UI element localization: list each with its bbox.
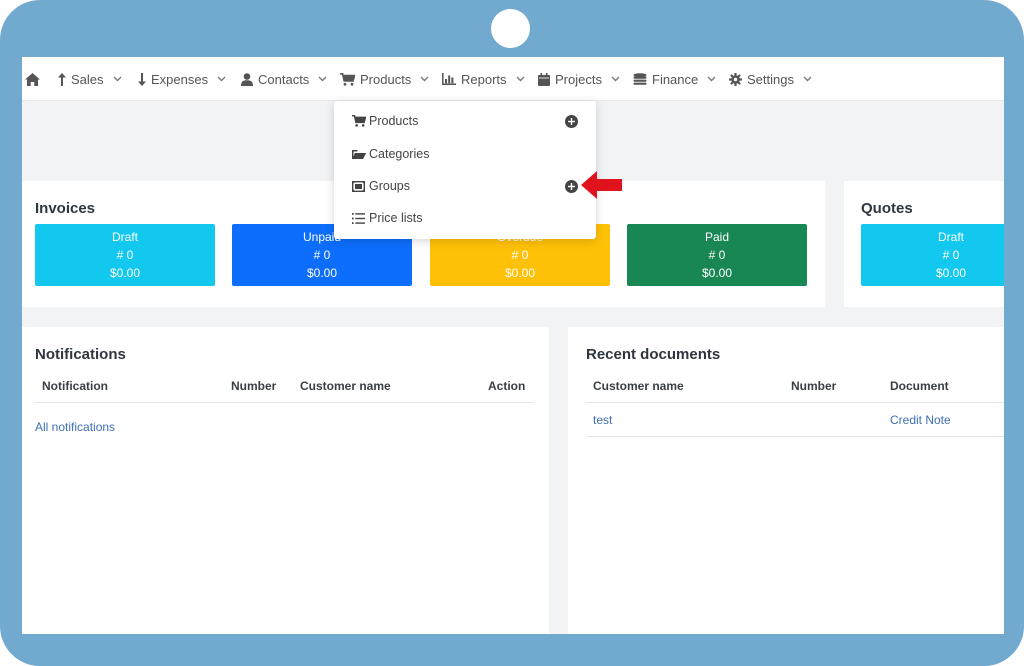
cart-icon [352,115,369,127]
nav-label: Reports [461,71,507,87]
quotes-title: Quotes [861,200,913,217]
nav-contacts[interactable]: Contacts [241,57,327,101]
column-header-customer-name[interactable]: Customer name [593,379,684,393]
chevron-down-icon [217,76,226,82]
top-navbar: Sales Expenses Contacts Products Reports… [22,57,1004,101]
nav-label: Finance [652,71,699,87]
table-divider [35,402,533,403]
all-notifications-link[interactable]: All notifications [35,420,115,434]
column-header-document[interactable]: Document [890,379,949,393]
nav-label: Sales [71,71,104,87]
tile-amount: $0.00 [504,266,536,280]
tile-amount: $0.00 [935,266,967,280]
chevron-down-icon [420,76,429,82]
chevron-down-icon [516,76,525,82]
nav-sales[interactable]: Sales [58,57,122,101]
bar-chart-icon [442,73,456,85]
tile-label: Draft [937,230,964,244]
invoices-title: Invoices [35,200,96,217]
device-frame: Sales Expenses Contacts Products Reports… [0,0,1024,666]
menu-item-groups[interactable]: Groups [352,176,410,196]
arrow-down-icon [138,72,146,86]
menu-item-categories[interactable]: Categories [352,144,429,164]
menu-item-label: Categories [369,147,430,161]
tile-count: # 0 [708,248,726,262]
column-header-notification[interactable]: Notification [42,379,108,393]
chevron-down-icon [803,76,812,82]
app-screen: Sales Expenses Contacts Products Reports… [22,57,1004,634]
recent-documents-card: Recent documents Customer name Number Do… [568,327,1004,634]
column-header-number[interactable]: Number [231,379,276,393]
table-divider [586,402,1004,403]
list-icon [352,212,369,224]
column-header-customer-name[interactable]: Customer name [300,379,391,393]
products-dropdown-menu: Products Categories Groups Price lists [334,101,596,239]
notifications-card: Notifications Notification Number Custom… [22,327,549,634]
home-icon[interactable] [25,72,40,86]
row-customer-link[interactable]: test [593,413,612,427]
user-icon [241,72,253,86]
calendar-icon [538,72,550,86]
add-group-icon[interactable] [565,180,578,193]
arrow-up-icon [58,72,66,86]
cart-icon [340,72,355,86]
menu-item-label: Price lists [369,211,423,225]
tile-count: # 0 [511,248,529,262]
quotes-card: Quotes Draft # 0 $0.00 [844,181,1004,307]
tile-amount: $0.00 [306,266,338,280]
coins-icon [633,72,647,86]
chevron-down-icon [707,76,716,82]
camera-dot [491,9,530,48]
nav-label: Expenses [151,71,209,87]
menu-item-label: Groups [369,179,410,193]
quote-tile-draft[interactable]: Draft # 0 $0.00 [861,224,1004,286]
invoice-tile-draft[interactable]: Draft # 0 $0.00 [35,224,215,286]
menu-item-label: Products [369,114,419,128]
tile-count: # 0 [942,248,960,262]
column-header-action[interactable]: Action [488,379,525,393]
tile-count: # 0 [313,248,331,262]
chevron-down-icon [611,76,620,82]
nav-finance[interactable]: Finance [633,57,716,101]
nav-label: Contacts [258,71,310,87]
gear-icon [729,72,742,86]
invoice-tile-paid[interactable]: Paid # 0 $0.00 [627,224,807,286]
nav-products[interactable]: Products [340,57,429,101]
menu-item-price-lists[interactable]: Price lists [352,208,422,228]
row-document-link[interactable]: Credit Note [890,413,951,427]
recent-documents-title: Recent documents [586,346,721,363]
tile-count: # 0 [116,248,134,262]
add-product-icon[interactable] [565,115,578,128]
tile-label: Draft [111,230,138,244]
menu-item-products[interactable]: Products [352,111,418,131]
tile-amount: $0.00 [701,266,733,280]
notifications-title: Notifications [35,346,126,363]
nav-projects[interactable]: Projects [538,57,620,101]
table-divider [586,436,1004,437]
group-icon [352,180,369,192]
nav-reports[interactable]: Reports [442,57,525,101]
column-header-number[interactable]: Number [791,379,836,393]
tile-amount: $0.00 [109,266,141,280]
nav-expenses[interactable]: Expenses [138,57,226,101]
nav-settings[interactable]: Settings [729,57,812,101]
annotation-arrow-icon [581,171,623,204]
folder-icon [352,149,369,160]
chevron-down-icon [113,76,122,82]
nav-label: Settings [747,71,794,87]
nav-home[interactable] [25,57,45,101]
chevron-down-icon [318,76,327,82]
nav-label: Projects [555,71,602,87]
tile-label: Paid [704,230,730,244]
nav-label: Products [360,71,412,87]
